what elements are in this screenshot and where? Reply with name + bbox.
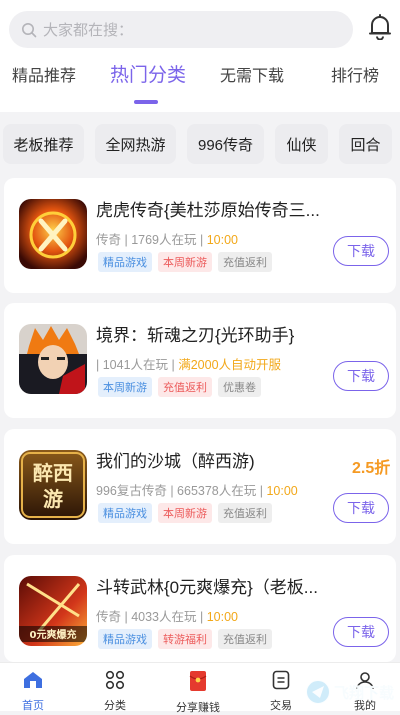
nav-home[interactable]: 首页 <box>0 670 68 713</box>
game-meta: | 1041人在玩 | 满2000人自动开服 <box>96 358 282 372</box>
tag: 本周新游 <box>158 503 212 523</box>
download-button[interactable]: 下载 <box>333 493 389 523</box>
tab-hot-categories[interactable]: 热门分类 <box>110 60 186 87</box>
game-tags: 本周新游 充值返利 优惠卷 <box>98 377 261 397</box>
svg-text:0元爽爆充: 0元爽爆充 <box>30 628 77 641</box>
home-icon <box>24 672 42 688</box>
tag: 充值返利 <box>218 503 272 523</box>
game-card[interactable]: 0元爽爆充 斗转武林{0元爽爆充}（老板... 传奇 | 4033人在玩 | 1… <box>4 555 396 662</box>
game-title: 境界：斩魂之刃{光环助手} <box>96 326 295 345</box>
chip-xianxia[interactable]: 仙侠 <box>275 124 328 164</box>
tag: 充值返利 <box>218 629 272 649</box>
notification-bell-icon[interactable] <box>366 13 394 41</box>
game-card[interactable]: 醉西游 我们的沙城（醉西游) 996复古传奇 | 665378人在玩 | 10:… <box>4 429 396 544</box>
game-tags: 精品游戏 本周新游 充值返利 <box>98 252 272 272</box>
game-title: 虎虎传奇{美杜莎原始传奇三... <box>96 201 320 220</box>
game-icon: 醉西游 <box>19 450 87 520</box>
filter-chips: 老板推荐 全网热游 996传奇 仙侠 回合 <box>0 122 400 166</box>
search-placeholder: 大家都在搜： <box>43 22 134 39</box>
discount-badge: 2.5折 <box>352 460 391 477</box>
tag: 优惠卷 <box>218 377 261 397</box>
nav-label: 分享赚钱 <box>176 702 220 714</box>
tab-rankings[interactable]: 排行榜 <box>331 62 379 86</box>
svg-text:飞翔下载: 飞翔下载 <box>334 684 394 702</box>
chip-hot-games[interactable]: 全网热游 <box>95 124 176 164</box>
search-icon <box>22 22 37 37</box>
search-bar[interactable]: 大家都在搜： <box>9 11 353 48</box>
svg-text:醉西: 醉西 <box>33 461 73 485</box>
chip-996-legend[interactable]: 996传奇 <box>187 124 264 164</box>
game-icon <box>19 199 87 269</box>
game-title: 我们的沙城（醉西游) <box>96 452 255 471</box>
tag: 充值返利 <box>218 252 272 272</box>
grid-icon <box>105 670 125 690</box>
tab-no-download[interactable]: 无需下载 <box>220 62 284 86</box>
nav-share-earn[interactable]: 分享赚钱 <box>163 670 233 715</box>
chip-boss-recommend[interactable]: 老板推荐 <box>3 124 84 164</box>
game-icon: 0元爽爆充 <box>19 576 87 646</box>
download-button[interactable]: 下载 <box>333 617 389 647</box>
game-tags: 精品游戏 本周新游 充值返利 <box>98 503 272 523</box>
chip-turn-based[interactable]: 回合 <box>339 124 392 164</box>
tag: 充值返利 <box>158 377 212 397</box>
red-envelope-icon <box>189 671 207 691</box>
watermark-logo: 飞翔下载 <box>304 676 396 708</box>
trade-icon <box>272 670 290 690</box>
tag: 本周新游 <box>158 252 212 272</box>
game-tags: 精品游戏 转游福利 充值返利 <box>98 629 272 649</box>
tag: 精品游戏 <box>98 503 152 523</box>
category-tabs: 精品推荐 热门分类 无需下载 排行榜 <box>0 62 400 102</box>
top-header: 大家都在搜： 精品推荐 热门分类 无需下载 排行榜 <box>0 0 400 112</box>
game-card[interactable]: 虎虎传奇{美杜莎原始传奇三... 传奇 | 1769人在玩 | 10:00 精品… <box>4 178 396 293</box>
tag: 精品游戏 <box>98 252 152 272</box>
active-tab-indicator <box>134 100 158 104</box>
game-meta: 传奇 | 1769人在玩 | 10:00 <box>96 233 238 247</box>
game-meta: 传奇 | 4033人在玩 | 10:00 <box>96 610 238 624</box>
game-title: 斗转武林{0元爽爆充}（老板... <box>96 578 318 597</box>
download-button[interactable]: 下载 <box>333 361 389 391</box>
tab-featured[interactable]: 精品推荐 <box>12 62 76 86</box>
tag: 转游福利 <box>158 629 212 649</box>
download-button[interactable]: 下载 <box>333 236 389 266</box>
tag: 本周新游 <box>98 377 152 397</box>
game-icon <box>19 324 87 394</box>
game-meta: 996复古传奇 | 665378人在玩 | 10:00 <box>96 484 298 498</box>
game-card[interactable]: 境界：斩魂之刃{光环助手} | 1041人在玩 | 满2000人自动开服 本周新… <box>4 303 396 418</box>
tag: 精品游戏 <box>98 629 152 649</box>
nav-categories[interactable]: 分类 <box>80 670 150 713</box>
svg-text:游: 游 <box>43 487 63 511</box>
